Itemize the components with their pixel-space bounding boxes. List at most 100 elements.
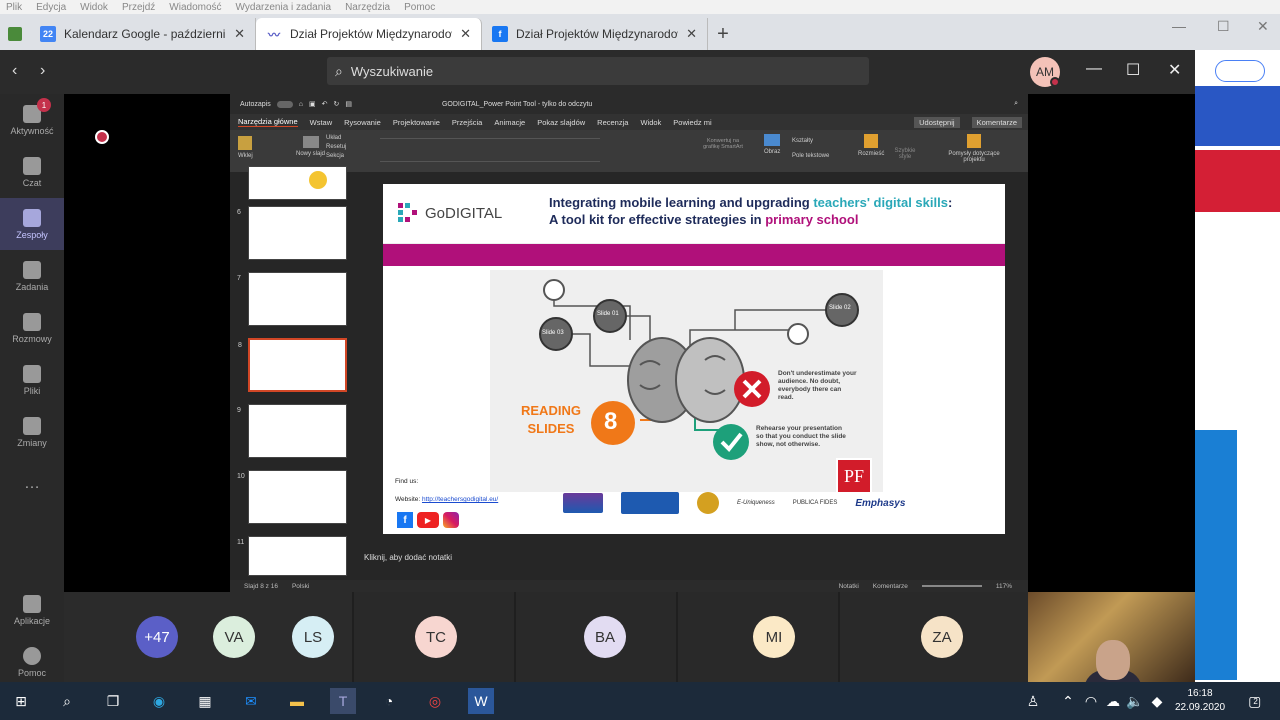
rail-apps[interactable]: Aplikacje [0, 584, 64, 636]
ribbon-tab[interactable]: Rysowanie [344, 118, 381, 127]
ribbon-tab[interactable]: Wstaw [310, 118, 333, 127]
notification-icon[interactable]: ▢ 2 [1240, 688, 1266, 714]
rail-calls[interactable]: Rozmowy [0, 302, 64, 354]
search-input[interactable]: ⌕ Wyszukiwanie [327, 57, 869, 85]
close-window-icon[interactable]: ✕ [1257, 18, 1269, 35]
windows-start-icon[interactable]: ⊞ [8, 688, 34, 714]
edge-icon[interactable]: ◉ [146, 688, 172, 714]
slide-thumbnail[interactable]: 11 [237, 536, 347, 576]
arrange-button[interactable]: Rozmieść [858, 134, 884, 157]
slide-thumbnail[interactable]: 6 [237, 206, 347, 260]
home-icon[interactable]: ⌂ [299, 101, 303, 108]
browser-tab-calendar[interactable]: 22 Kalendarz Google - październik 2 ✕ [30, 18, 256, 50]
menu-item[interactable]: Wydarzenia i zadania [236, 2, 332, 13]
instagram-icon[interactable] [443, 512, 459, 528]
maximize-window-icon[interactable]: ☐ [1217, 18, 1230, 35]
search-icon[interactable]: ⌕ [54, 688, 80, 714]
back-arrow-icon[interactable]: ‹ [12, 62, 17, 80]
textbox-button[interactable]: Pole tekstowe [792, 149, 829, 164]
rail-chat[interactable]: Czat [0, 146, 64, 198]
participant-avatar[interactable]: TC [415, 616, 457, 658]
smartart-button[interactable]: Konwertuj na grafikę SmartArt [700, 138, 746, 150]
ppt-search-icon[interactable]: ⌕ [1014, 100, 1018, 108]
new-tab-button[interactable]: + [708, 18, 738, 50]
task-view-icon[interactable]: ❐ [100, 688, 126, 714]
menu-item[interactable]: Wiadomość [169, 2, 221, 13]
participant-avatar[interactable]: MI [753, 616, 795, 658]
rail-teams[interactable]: Zespoły [0, 198, 64, 250]
forward-arrow-icon[interactable]: › [40, 62, 45, 80]
participant-avatar[interactable]: BA [584, 616, 626, 658]
participant-avatar[interactable]: ZA [921, 616, 963, 658]
undo-icon[interactable]: ↶ [322, 100, 328, 108]
rail-shifts[interactable]: Zmiany [0, 406, 64, 458]
notes-toggle[interactable]: Notatki [839, 583, 859, 590]
picture-button[interactable]: Obraz [764, 134, 780, 155]
browser-tab-teams[interactable]: 〰 Dział Projektów Międzynarodow ✕ [256, 18, 482, 50]
comments-button[interactable]: Komentarze [971, 116, 1022, 128]
people-icon[interactable]: ♙ [1020, 688, 1046, 714]
reset-button[interactable]: Resetuj [326, 143, 346, 152]
menu-item[interactable]: Plik [6, 2, 22, 13]
tell-me-input[interactable]: Powiedz mi [673, 118, 711, 127]
rail-files[interactable]: Pliki [0, 354, 64, 406]
participant-avatar[interactable]: VA [213, 616, 255, 658]
youtube-icon[interactable]: ▶ [417, 512, 439, 528]
minimize-window-icon[interactable]: — [1172, 18, 1186, 34]
ribbon-tab[interactable]: Przejścia [452, 118, 482, 127]
slide-thumbnail[interactable] [248, 166, 347, 200]
shapes-button[interactable]: Kształty [792, 134, 829, 149]
self-video-tile[interactable] [1028, 592, 1195, 690]
menu-item[interactable]: Narzędzia [345, 2, 390, 13]
rail-tasks[interactable]: Zadania [0, 250, 64, 302]
design-ideas-button[interactable]: Pomysły dotyczące projektu [944, 134, 1004, 163]
participant-avatar[interactable]: LS [292, 616, 334, 658]
zoom-slider[interactable] [921, 585, 982, 587]
file-explorer-icon[interactable]: ▬ [284, 688, 310, 714]
close-tab-icon[interactable]: ✕ [460, 26, 471, 42]
more-apps-button[interactable]: … [0, 458, 64, 510]
browser-back-icon[interactable] [0, 18, 30, 50]
ribbon-tab[interactable]: Animacje [494, 118, 525, 127]
more-participants-avatar[interactable]: +47 [136, 616, 178, 658]
slide-thumbnail-selected[interactable]: 8 [238, 338, 347, 392]
close-tab-icon[interactable]: ✕ [234, 26, 245, 42]
ribbon-tab[interactable]: Recenzja [597, 118, 628, 127]
layout-button[interactable]: Układ [326, 134, 346, 143]
slide-thumbnail[interactable]: 9 [237, 404, 347, 458]
thunderbird-icon[interactable]: ◔ [376, 688, 402, 714]
notes-pane[interactable]: Kliknij, aby dodać notatki [350, 546, 1028, 580]
menu-item[interactable]: Pomoc [404, 2, 435, 13]
close-tab-icon[interactable]: ✕ [686, 26, 697, 42]
quick-styles-button[interactable]: Szybkie style [890, 148, 920, 160]
facebook-icon[interactable]: f [397, 512, 413, 528]
profile-pill[interactable] [1215, 60, 1265, 82]
autosave-toggle[interactable] [276, 100, 293, 108]
teams-taskbar-icon[interactable]: T [330, 688, 356, 714]
section-button[interactable]: Sekcja [326, 152, 346, 161]
maximize-icon[interactable]: ☐ [1126, 60, 1140, 80]
language-status[interactable]: Polski [292, 583, 309, 590]
print-icon[interactable]: ▤ [345, 100, 352, 108]
close-icon[interactable]: ✕ [1168, 60, 1181, 80]
chrome-icon[interactable]: ◎ [422, 688, 448, 714]
zoom-level[interactable]: 117% [996, 583, 1012, 590]
new-slide-button[interactable]: Nowy slajd [296, 136, 325, 157]
menu-item[interactable]: Przejdź [122, 2, 155, 13]
rail-activity[interactable]: Aktywność 1 [0, 94, 64, 146]
taskbar-clock[interactable]: 16:18 22.09.2020 [1160, 687, 1240, 715]
ribbon-tab[interactable]: Projektowanie [393, 118, 440, 127]
comments-toggle[interactable]: Komentarze [873, 583, 908, 590]
minimize-icon[interactable]: — [1086, 60, 1102, 78]
slide-thumbnail[interactable]: 7 [237, 272, 347, 326]
mail-icon[interactable]: ✉ [238, 688, 264, 714]
current-slide[interactable]: GoDIGITAL Integrating mobile learning an… [383, 184, 1005, 534]
share-button[interactable]: Udostępnij [914, 116, 960, 128]
ribbon-tab[interactable]: Widok [640, 118, 661, 127]
menu-item[interactable]: Widok [80, 2, 108, 13]
paste-button[interactable]: Wklej [238, 136, 253, 159]
font-controls[interactable] [380, 138, 600, 162]
save-icon[interactable]: ▣ [309, 100, 316, 108]
ribbon-tab[interactable]: Pokaz slajdów [537, 118, 585, 127]
browser-tab-facebook[interactable]: f Dział Projektów Międzynarodow ✕ [482, 18, 708, 50]
